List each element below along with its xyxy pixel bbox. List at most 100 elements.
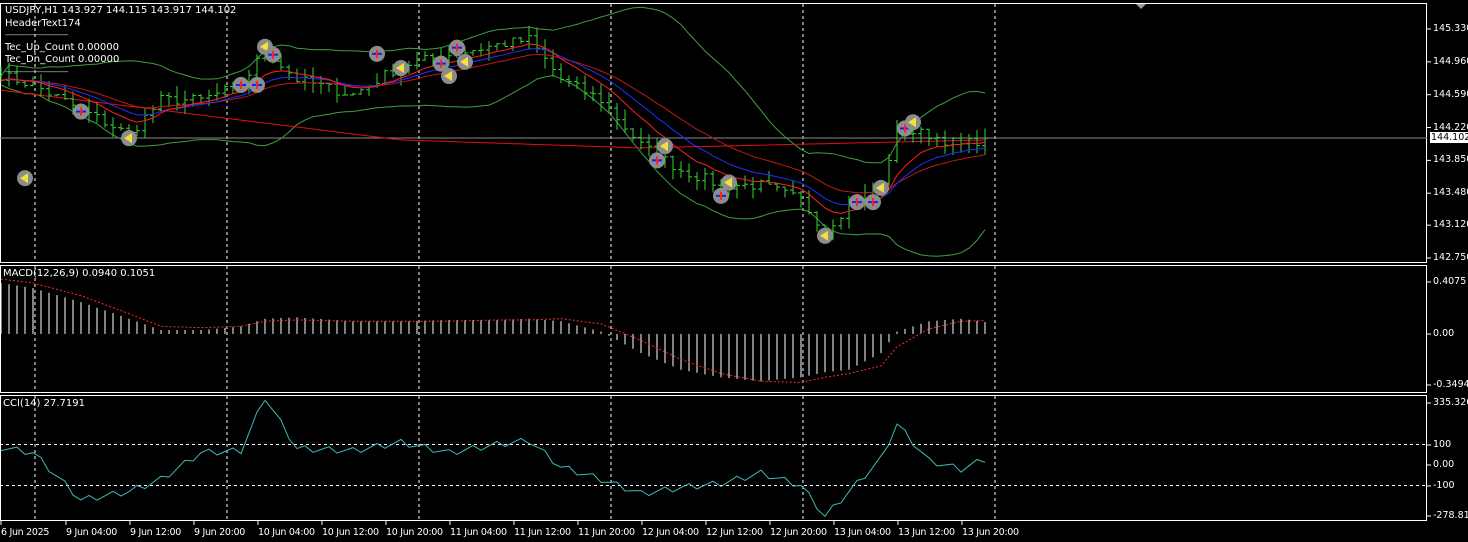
cci-axis-label: 100 — [1433, 439, 1452, 450]
candle-bar — [638, 127, 644, 150]
candle-bar — [310, 67, 316, 93]
signal-marker-buy — [73, 103, 89, 120]
time-axis-label: 10 Jun 12:00 — [322, 527, 379, 538]
ema-mid-line — [0, 48, 986, 206]
candle-bar — [54, 94, 60, 97]
time-axis-label: 13 Jun 04:00 — [834, 527, 891, 538]
candle-bar — [958, 132, 964, 153]
candle-bar — [350, 92, 356, 96]
candle-bar — [942, 130, 948, 154]
signal-marker-sell — [441, 68, 457, 85]
candle-bar — [614, 102, 620, 130]
bollinger-lower-band — [0, 74, 986, 257]
candle-bar — [542, 39, 548, 69]
candle-bar — [782, 186, 788, 198]
signal-marker-sell — [905, 114, 921, 131]
time-axis-label: 12 Jun 04:00 — [642, 527, 699, 538]
candle-bar — [790, 180, 796, 195]
signal-marker-buy — [449, 39, 465, 56]
signal-marker-sell — [457, 53, 473, 70]
candle-bar — [694, 172, 700, 190]
candle-bar — [678, 161, 684, 178]
time-axis-label: 9 Jun 04:00 — [66, 527, 118, 538]
cci-axis-label: -100 — [1433, 480, 1455, 491]
macd-signal-line — [0, 278, 986, 384]
price-axis-label: 143.120 — [1433, 219, 1468, 231]
candle-bar — [102, 110, 108, 128]
time-axis-label: 6 Jun 2025 — [1, 527, 50, 538]
signal-marker-sell — [657, 138, 673, 155]
time-axis-label: 9 Jun 12:00 — [130, 527, 182, 538]
candle-bar — [326, 83, 332, 93]
candle-bar — [934, 133, 940, 148]
candle-bar — [710, 171, 716, 193]
candle-bar — [526, 25, 532, 50]
macd-axis-label: -0.3494 — [1433, 379, 1468, 390]
price-axis-label: 144.960 — [1433, 55, 1468, 67]
candle-bar — [302, 68, 308, 91]
candle-bar — [478, 43, 484, 57]
price-axis-label: 142.750 — [1433, 252, 1468, 263]
candle-bar — [670, 155, 676, 180]
candle-bar — [926, 128, 932, 147]
signal-marker-sell — [121, 130, 137, 147]
candle-bar — [494, 42, 500, 51]
signal-marker-buy — [649, 152, 665, 169]
signal-marker-sell — [393, 60, 409, 77]
symbol-ohlc-label: USDJPY,H1 143.927 144.115 143.917 144.10… — [5, 5, 237, 16]
signal-marker-sell — [873, 179, 889, 196]
cci-label: CCI(14) 27.7191 — [3, 398, 85, 409]
price-axis-label: 144.590 — [1433, 88, 1468, 100]
candle-bar — [742, 175, 748, 190]
price-axis-label: 143.850 — [1433, 154, 1468, 166]
chart-canvas[interactable] — [0, 0, 1468, 542]
signal-marker-buy — [265, 46, 281, 63]
time-axis-label: 12 Jun 12:00 — [706, 527, 763, 538]
candle-bar — [502, 40, 508, 47]
signal-marker-buy — [233, 76, 249, 93]
signal-marker-buy — [249, 76, 265, 93]
time-axis-label: 11 Jun 20:00 — [578, 527, 635, 538]
time-axis-label: 13 Jun 20:00 — [962, 527, 1019, 538]
cci-axis-label: 335.3267 — [1433, 397, 1468, 408]
macd-axis-label: 0.4075 — [1433, 276, 1467, 287]
divider-line-2: ----------------------------------------… — [5, 68, 69, 76]
signal-marker-buy — [849, 194, 865, 211]
candle-bar — [118, 123, 124, 131]
time-axis-label: 10 Jun 04:00 — [258, 527, 315, 538]
candle-bar — [470, 49, 476, 56]
candle-bar — [798, 190, 804, 208]
ema-slow-line — [0, 53, 986, 194]
candle-bar — [750, 176, 756, 199]
signal-marker-buy — [369, 45, 385, 62]
candle-bar — [342, 85, 348, 96]
time-axis-label: 12 Jun 20:00 — [770, 527, 827, 538]
candle-bar — [982, 128, 988, 155]
signal-marker-sell — [17, 170, 33, 187]
time-axis-label: 10 Jun 20:00 — [386, 527, 443, 538]
divider-line: ----------------------------------------… — [5, 31, 69, 39]
chart-shift-marker-icon — [1136, 4, 1146, 9]
signal-marker-buy — [713, 187, 729, 204]
macd-label: MACD(12,26,9) 0.0940 0.1051 — [3, 268, 156, 279]
candle-bar — [174, 86, 180, 111]
main-pane-border — [0, 3, 1427, 263]
ema-fast-line — [0, 43, 986, 214]
candle-bar — [702, 167, 708, 190]
candle-bar — [358, 88, 364, 95]
price-axis-label: 143.480 — [1433, 187, 1468, 199]
cci-axis-label: -278.810 — [1433, 510, 1468, 521]
candle-bar — [158, 91, 164, 112]
candle-bar — [838, 216, 844, 230]
candle-bar — [574, 76, 580, 90]
candle-bar — [422, 51, 428, 61]
candle-bar — [94, 102, 100, 123]
price-axis-label: 145.330 — [1433, 23, 1468, 34]
tec-dn-count: Tec_Dn_Count 0.00000 — [5, 54, 120, 65]
candle-bar — [142, 108, 148, 139]
candle-bar — [214, 83, 220, 101]
candle-bar — [166, 92, 172, 108]
current-price-label: 144.102 — [1430, 131, 1468, 143]
candle-bar — [590, 86, 596, 102]
candle-bar — [686, 163, 692, 183]
